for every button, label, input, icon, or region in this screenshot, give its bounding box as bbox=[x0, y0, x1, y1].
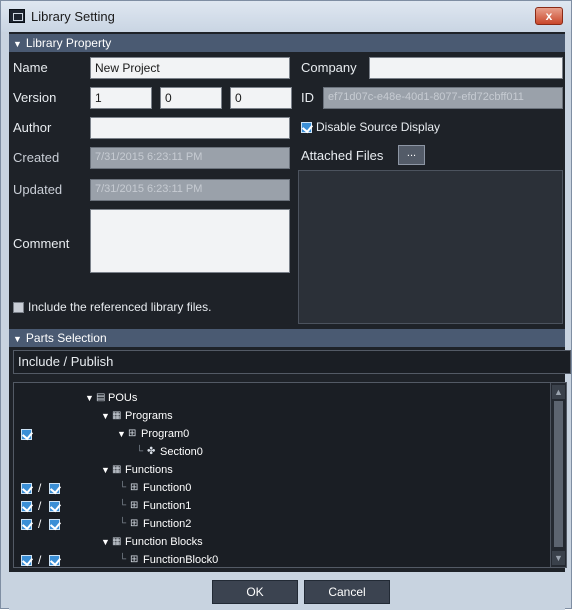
expand-arrow-icon[interactable]: ▼ bbox=[101, 407, 110, 425]
collapse-triangle-icon: ▼ bbox=[13, 334, 22, 344]
tree-node-label: Functions bbox=[125, 464, 173, 476]
include-referenced-label: Include the referenced library files. bbox=[28, 300, 212, 314]
function-icon: ⊞ bbox=[130, 482, 139, 493]
dialog-client-area: ▼ Library Property Name New Project Compa… bbox=[9, 32, 571, 610]
tree-node-label: Programs bbox=[125, 410, 173, 422]
tree-row[interactable]: / └ ⊞ FunctionBlock0 bbox=[14, 551, 544, 567]
ok-button[interactable]: OK bbox=[212, 580, 298, 604]
function-icon: ⊞ bbox=[130, 500, 139, 511]
tree-row[interactable]: ▼ ▦ Function Blocks bbox=[14, 533, 544, 551]
version-patch-field[interactable]: 0 bbox=[230, 87, 292, 109]
expand-arrow-icon[interactable]: ▼ bbox=[117, 425, 126, 443]
publish-checkbox[interactable] bbox=[49, 519, 60, 530]
parts-selection-title: Parts Selection bbox=[25, 331, 107, 345]
name-label: Name bbox=[13, 60, 48, 75]
scroll-down-arrow-icon[interactable]: ▼ bbox=[552, 551, 565, 565]
author-field[interactable] bbox=[90, 117, 290, 139]
parts-selection-header[interactable]: ▼ Parts Selection bbox=[9, 329, 565, 347]
close-button[interactable]: x bbox=[535, 7, 563, 25]
pou-icon: ▤ bbox=[96, 392, 106, 403]
collapse-triangle-icon: ▼ bbox=[13, 39, 22, 49]
scrollbar-thumb[interactable] bbox=[554, 401, 563, 547]
folder-icon: ▦ bbox=[112, 536, 122, 547]
disable-source-label: Disable Source Display bbox=[316, 120, 441, 134]
updated-label: Updated bbox=[13, 182, 63, 197]
updated-field: 7/31/2015 6:23:11 PM bbox=[90, 179, 290, 201]
app-window-icon bbox=[9, 9, 25, 23]
window-title: Library Setting bbox=[31, 9, 115, 24]
expand-arrow-icon[interactable]: ▼ bbox=[85, 389, 94, 407]
library-setting-dialog: Library Setting x ▼ Library Property Name… bbox=[0, 0, 572, 610]
tree-connector: └ bbox=[119, 500, 127, 511]
id-label: ID bbox=[301, 90, 314, 105]
tree-node-label: Function Blocks bbox=[125, 536, 203, 548]
tree-row[interactable]: ▼ ▤ POUs bbox=[14, 389, 544, 407]
comment-label: Comment bbox=[13, 236, 70, 251]
publish-checkbox[interactable] bbox=[49, 555, 60, 566]
attached-files-label: Attached Files bbox=[301, 148, 384, 163]
include-checkbox[interactable] bbox=[21, 429, 32, 440]
publish-checkbox[interactable] bbox=[49, 501, 60, 512]
tree-node-label: Function0 bbox=[143, 482, 192, 494]
comment-field[interactable] bbox=[90, 209, 290, 273]
include-publish-separator: / bbox=[38, 553, 42, 567]
tree-connector: └ bbox=[119, 482, 127, 493]
version-label: Version bbox=[13, 90, 57, 105]
folder-icon: ▦ bbox=[112, 464, 122, 475]
tree-connector: └ bbox=[119, 518, 127, 529]
library-property-title: Library Property bbox=[25, 36, 112, 50]
function-icon: ⊞ bbox=[130, 518, 139, 529]
tree-row[interactable]: / └ ⊞ Function2 bbox=[14, 515, 544, 533]
tree-row[interactable]: / └ ⊞ Function1 bbox=[14, 497, 544, 515]
version-major-field[interactable]: 1 bbox=[90, 87, 152, 109]
cancel-button[interactable]: Cancel bbox=[304, 580, 390, 604]
tree-connector: └ bbox=[119, 554, 127, 565]
tree-scrollbar[interactable]: ▲ ▼ bbox=[550, 383, 566, 567]
folder-icon: ▦ bbox=[112, 410, 122, 421]
parts-tree[interactable]: ▼ ▤ POUs ▼ ▦ Programs ▼ ⊞ Program0 └ ✤ S bbox=[13, 382, 567, 568]
include-publish-separator: / bbox=[38, 481, 42, 495]
tree-node-label: FunctionBlock0 bbox=[143, 554, 219, 566]
name-field[interactable]: New Project bbox=[90, 57, 290, 79]
expand-arrow-icon[interactable]: ▼ bbox=[101, 533, 110, 551]
tree-row[interactable]: ▼ ▦ Functions bbox=[14, 461, 544, 479]
include-checkbox[interactable] bbox=[21, 555, 32, 566]
library-property-header[interactable]: ▼ Library Property bbox=[9, 34, 565, 52]
include-publish-separator: / bbox=[38, 499, 42, 513]
section-icon: ✤ bbox=[147, 446, 156, 457]
include-publish-bar: Include / Publish bbox=[13, 350, 571, 374]
tree-node-label: Program0 bbox=[141, 428, 190, 440]
publish-checkbox[interactable] bbox=[49, 483, 60, 494]
tree-node-label: Section0 bbox=[160, 446, 203, 458]
include-checkbox[interactable] bbox=[21, 519, 32, 530]
created-field: 7/31/2015 6:23:11 PM bbox=[90, 147, 290, 169]
attached-files-browse-button[interactable]: ... bbox=[398, 145, 425, 165]
include-publish-separator: / bbox=[38, 517, 42, 531]
version-minor-field[interactable]: 0 bbox=[160, 87, 222, 109]
author-label: Author bbox=[13, 120, 52, 135]
tree-node-label: Function2 bbox=[143, 518, 192, 530]
company-label: Company bbox=[301, 60, 357, 75]
tree-connector: └ bbox=[136, 446, 144, 457]
tree-row[interactable]: ▼ ▦ Programs bbox=[14, 407, 544, 425]
id-field: ef71d07c-e48e-40d1-8077-efd72cbff011 bbox=[323, 87, 563, 109]
include-checkbox[interactable] bbox=[21, 501, 32, 512]
expand-arrow-icon[interactable]: ▼ bbox=[101, 461, 110, 479]
tree-node-label: Function1 bbox=[143, 500, 192, 512]
attached-files-list[interactable] bbox=[298, 170, 563, 324]
tree-row[interactable]: └ ✤ Section0 bbox=[14, 443, 544, 461]
company-field[interactable] bbox=[369, 57, 563, 79]
function-block-icon: ⊞ bbox=[130, 554, 139, 565]
include-checkbox[interactable] bbox=[21, 483, 32, 494]
include-referenced-checkbox[interactable] bbox=[13, 302, 24, 313]
disable-source-checkbox[interactable] bbox=[301, 122, 312, 133]
tree-row[interactable]: ▼ ⊞ Program0 bbox=[14, 425, 544, 443]
tree-node-label: POUs bbox=[108, 392, 138, 404]
tree-row[interactable]: / └ ⊞ Function0 bbox=[14, 479, 544, 497]
program-icon: ⊞ bbox=[128, 428, 137, 439]
scroll-up-arrow-icon[interactable]: ▲ bbox=[552, 385, 565, 399]
title-bar: Library Setting x bbox=[1, 1, 571, 32]
created-label: Created bbox=[13, 150, 60, 165]
